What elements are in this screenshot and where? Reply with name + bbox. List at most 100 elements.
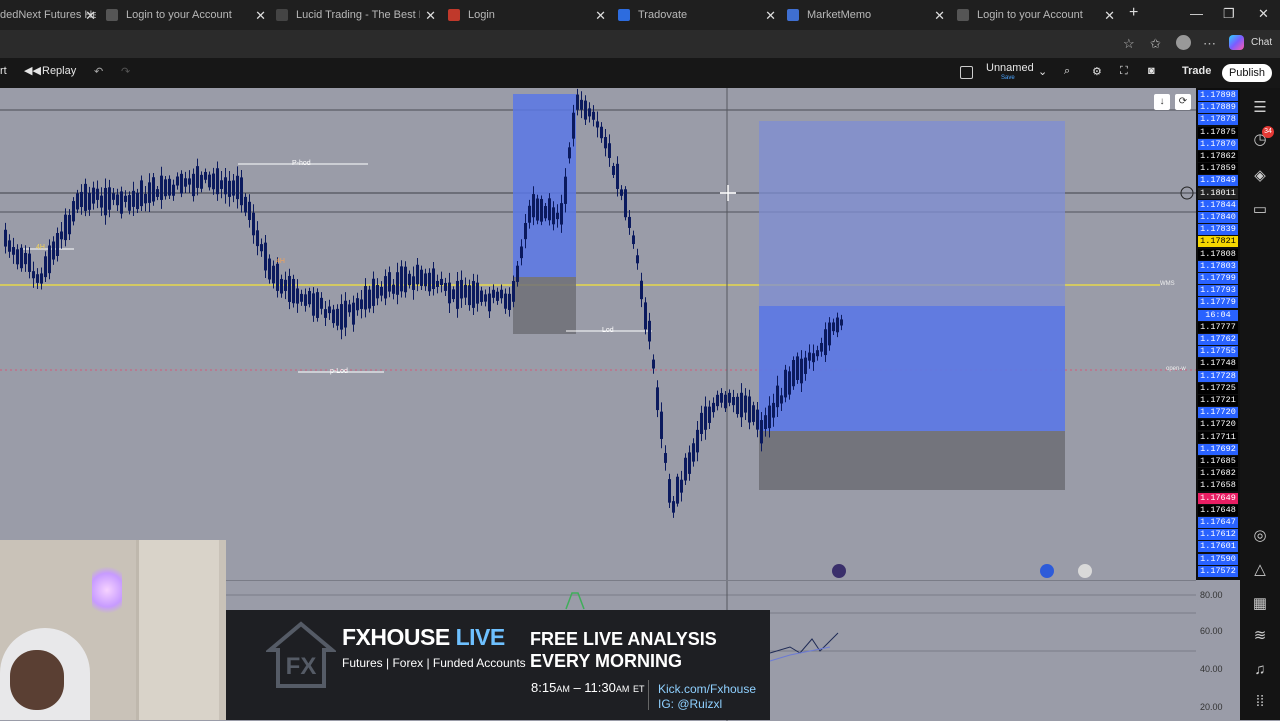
candle-body [188, 178, 191, 185]
close-icon[interactable]: ✕ [425, 8, 436, 24]
browser-tab[interactable]: Login to your Account ✕ [106, 0, 266, 30]
close-icon[interactable]: ✕ [255, 8, 266, 24]
chat-icon[interactable]: ▭ [1250, 200, 1270, 220]
chevron-down-icon[interactable]: ⌄ [1038, 65, 1047, 78]
candle-body [540, 198, 543, 222]
candle-body [576, 94, 579, 110]
candle-body [100, 195, 103, 208]
browser-tab[interactable]: MarketMemo ✕ [787, 0, 945, 30]
browser-tab[interactable]: Login ✕ [448, 0, 606, 30]
candle-body [432, 268, 435, 290]
timezone: ET [632, 684, 645, 694]
tab-title: MarketMemo [807, 9, 872, 21]
instagram-link[interactable]: IG: @Ruizxl [658, 697, 756, 712]
bell-icon[interactable]: ♫ [1250, 660, 1270, 680]
browser-tab[interactable]: Tradovate ✕ [618, 0, 776, 30]
publish-button[interactable]: Publish [1222, 64, 1272, 82]
candle-body [732, 397, 735, 406]
price-axis-label: 1.17779 [1198, 297, 1238, 309]
favorites-icon[interactable]: ✩ [1150, 36, 1161, 52]
end-time: – 11:30 [573, 680, 616, 695]
gear-icon[interactable]: ⚙ [1092, 65, 1102, 78]
browser-tab[interactable]: Lucid Trading - The Best Prop Fi ✕ [276, 0, 436, 30]
candle-body [648, 320, 651, 342]
candle-body [496, 291, 499, 301]
close-icon[interactable]: ✕ [1104, 8, 1115, 24]
more-icon[interactable]: ⋯ [1203, 36, 1216, 52]
candle-body [788, 371, 791, 395]
avatar[interactable] [1176, 35, 1191, 50]
price-axis-label: 1.17601 [1198, 541, 1238, 553]
kick-link[interactable]: Kick.com/Fxhouse [658, 682, 756, 697]
candle-body [256, 230, 259, 247]
candle-body [316, 292, 319, 318]
refresh-icon[interactable]: ⟳ [1175, 94, 1191, 110]
trade-button[interactable]: Trade [1182, 65, 1211, 77]
candle-body [840, 319, 843, 326]
candle-body [820, 342, 823, 352]
close-icon[interactable]: ✕ [595, 8, 606, 24]
candle-body [632, 235, 635, 245]
candle-body [784, 369, 787, 398]
candle-body [240, 177, 243, 206]
broadcast-icon[interactable]: ≋ [1250, 626, 1270, 646]
camera-icon[interactable]: ◙ [1148, 65, 1155, 77]
candle-body [724, 394, 727, 409]
candle-body [756, 409, 759, 430]
replay-button[interactable]: Replay [42, 65, 76, 77]
close-window-icon[interactable]: ✕ [1258, 6, 1269, 22]
candle-body [172, 184, 175, 196]
fullscreen-icon[interactable]: ⛶ [1120, 65, 1128, 78]
svg-text:FX: FX [286, 653, 317, 680]
candle-body [608, 143, 611, 158]
new-tab-icon[interactable]: + [1129, 4, 1138, 22]
candle-body [84, 183, 87, 211]
alerts-clock-icon[interactable]: ◷ 34 [1250, 126, 1274, 150]
brand-name: FXHOUSE [342, 624, 450, 650]
replay-icon[interactable]: ◀◀ [24, 64, 41, 77]
redo-icon[interactable]: ↷ [121, 65, 130, 78]
candle-body [444, 282, 447, 291]
browser-tab[interactable]: Login to your Account ✕ [957, 0, 1115, 30]
chat-button[interactable]: Chat [1251, 37, 1272, 48]
candle-body [124, 195, 127, 202]
apps-grid-icon[interactable]: ⁞⁞ [1250, 692, 1270, 712]
tab-title: Login to your Account [126, 9, 232, 21]
price-axis-label: 1.17803 [1198, 260, 1238, 272]
candle-body [304, 294, 307, 306]
layout-name[interactable]: Unnamed [986, 62, 1034, 74]
pyramid-icon[interactable]: △ [1250, 560, 1270, 580]
target-icon[interactable]: ◎ [1250, 526, 1270, 546]
candle-body [800, 358, 803, 384]
browser-tab-strip: dedNext Futures He ✕ Login to your Accou… [0, 0, 1280, 30]
price-chart[interactable]: P-hod Lod p-Lod 4H 4H WMS open-w ↓ ⟳ [0, 88, 1196, 580]
maximize-icon[interactable]: ❐ [1223, 6, 1235, 22]
chart-canvas[interactable] [0, 88, 1196, 580]
toolbar-partial-label[interactable]: rt [0, 65, 7, 77]
layout-checkbox-icon[interactable] [960, 66, 973, 79]
browser-tab[interactable]: dedNext Futures He ✕ [0, 0, 96, 30]
search-icon[interactable]: ⌕ [1064, 65, 1070, 78]
watchlist-icon[interactable]: ☰ [1250, 98, 1270, 118]
close-icon[interactable]: ✕ [85, 8, 96, 24]
price-axis-label: 1.17898 [1198, 90, 1238, 101]
download-icon[interactable]: ↓ [1154, 94, 1170, 110]
close-icon[interactable]: ✕ [765, 8, 776, 24]
neutral-zone [513, 277, 576, 334]
candle-body [680, 479, 683, 493]
timeframe-label: 4H [276, 258, 285, 265]
undo-icon[interactable]: ↶ [94, 65, 103, 78]
calendar-icon[interactable]: ▦ [1250, 594, 1270, 614]
price-axis[interactable]: 1.17898 1.17889 1.17878 1.17875 1.17870 1.178… [1196, 88, 1240, 580]
minimize-icon[interactable]: — [1190, 6, 1203, 21]
price-axis-label: 1.17721 [1198, 395, 1238, 406]
layers-icon[interactable]: ◈ [1250, 166, 1270, 186]
close-icon[interactable]: ✕ [934, 8, 945, 24]
candle-body [596, 121, 599, 128]
candle-body [708, 406, 711, 423]
osc-line [769, 646, 831, 662]
candle-body [620, 189, 623, 196]
star-icon[interactable]: ☆ [1123, 36, 1135, 52]
candle-body [504, 293, 507, 309]
copilot-icon[interactable] [1229, 35, 1244, 50]
